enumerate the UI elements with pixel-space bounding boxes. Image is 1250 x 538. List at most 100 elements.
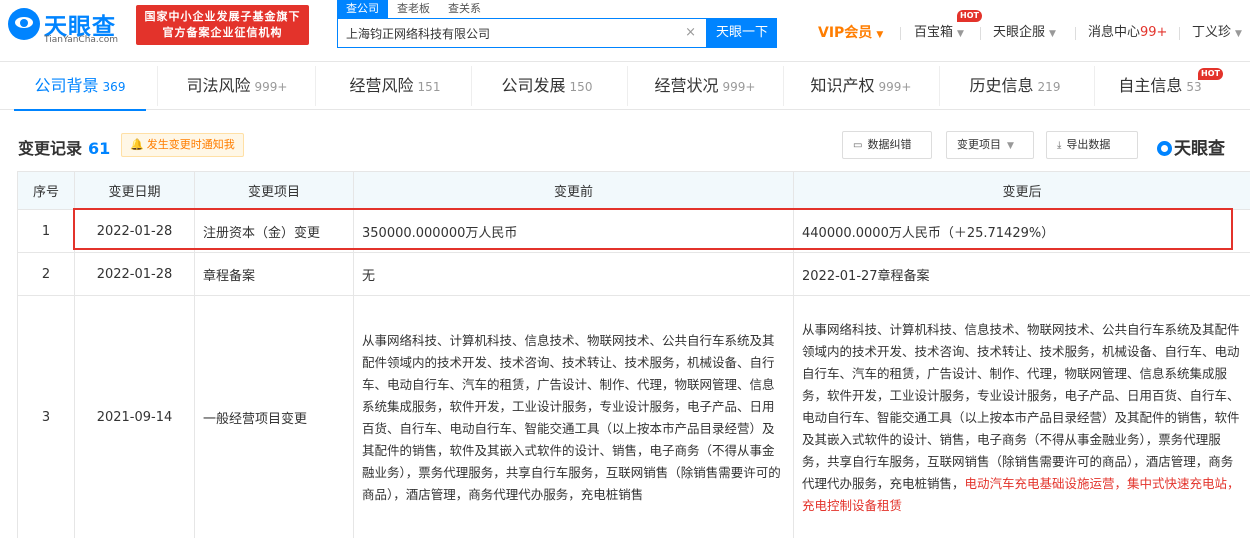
column-header-date: 变更日期 [74, 171, 195, 210]
change-records-table: 序号 变更日期 变更项目 变更前 变更后 1 2022-01-28 注册资本（金… [17, 171, 1250, 538]
top-bar: 天眼查 TianYanCha.com 国家中小企业发展子基金旗下 官方备案企业征… [0, 0, 1250, 62]
nav-divider [900, 27, 901, 40]
tab-label: 司法风险 [186, 76, 251, 95]
tab-count: 999+ [722, 80, 756, 94]
tab-legal-risk[interactable]: 司法风险 999+ [172, 62, 302, 110]
tab-company-development[interactable]: 公司发展 150 [482, 62, 612, 110]
message-count-badge: 99+ [1140, 25, 1168, 40]
bell-icon: 🔔 [130, 138, 144, 151]
section-title: 变更记录 61 [18, 135, 110, 159]
caret-down-icon: ▼ [1235, 29, 1242, 39]
tab-divider [471, 66, 472, 106]
search-button[interactable]: 天眼一下 [707, 18, 777, 48]
message-center-label: 消息中心 [1088, 25, 1141, 40]
caret-down-icon: ▼ [876, 30, 884, 40]
tab-divider [315, 66, 316, 106]
cell-before: 350000.000000万人民币 [353, 209, 794, 253]
caret-down-icon: ▼ [1007, 141, 1014, 151]
gov-banner-line2: 官方备案企业征信机构 [162, 26, 283, 39]
qifu-label: 天眼企服 [993, 25, 1046, 40]
gov-banner[interactable]: 国家中小企业发展子基金旗下 官方备案企业征信机构 [136, 5, 309, 45]
nav-divider [1075, 27, 1076, 40]
table-row: 1 2022-01-28 注册资本（金）变更 350000.000000万人民币… [17, 209, 1250, 253]
cell-after: 440000.0000万人民币（＋25.71429%） [793, 209, 1250, 253]
clear-icon[interactable]: × [685, 25, 696, 40]
brand-watermark: 天眼查 [1157, 134, 1225, 159]
cell-item: 一般经营项目变更 [194, 295, 354, 538]
cell-before: 从事网络科技、计算机科技、信息技术、物联网技术、公共自行车系统及其配件领域内的技… [353, 295, 794, 538]
baobao-label: 百宝箱 [914, 25, 954, 40]
tab-history-info[interactable]: 历史信息 219 [950, 62, 1080, 110]
column-header-after: 变更后 [793, 171, 1250, 210]
tab-company-background[interactable]: 公司背景 369 [14, 62, 146, 111]
table-row: 3 2021-09-14 一般经营项目变更 从事网络科技、计算机科技、信息技术、… [17, 295, 1250, 538]
tab-operation-risk[interactable]: 经营风险 151 [330, 62, 460, 110]
cell-index: 3 [17, 295, 75, 538]
cell-item: 章程备案 [194, 252, 354, 296]
download-icon: ⤓ [1057, 140, 1062, 151]
baobao-menu[interactable]: 百宝箱 ▼ [914, 22, 964, 44]
tab-divider [939, 66, 940, 106]
cell-after: 2022-01-27章程备案 [793, 252, 1250, 296]
tab-count: 999+ [878, 80, 912, 94]
cell-after-text: 从事网络科技、计算机科技、信息技术、物联网技术、公共自行车系统及其配件领域内的技… [802, 321, 1240, 491]
section-title-text: 变更记录 [18, 139, 83, 158]
caret-down-icon: ▼ [957, 29, 964, 39]
data-correction-label: 数据纠错 [867, 138, 912, 151]
caret-down-icon: ▼ [1049, 29, 1056, 39]
tab-count: 150 [569, 80, 593, 94]
change-item-label: 变更项目 [957, 138, 1001, 151]
qifu-menu[interactable]: 天眼企服 ▼ [993, 22, 1056, 44]
cell-date: 2022-01-28 [74, 252, 195, 296]
table-row: 2 2022-01-28 章程备案 无 2022-01-27章程备案 [17, 252, 1250, 296]
section-count: 61 [88, 139, 111, 158]
cell-index: 1 [17, 209, 75, 253]
notify-on-change-button[interactable]: 🔔 发生变更时通知我 [121, 133, 244, 157]
tab-label: 历史信息 [969, 76, 1034, 95]
logo-subtext: TianYanCha.com [44, 35, 119, 45]
message-center[interactable]: 消息中心99+ [1088, 22, 1167, 44]
gov-banner-line1: 国家中小企业发展子基金旗下 [144, 10, 301, 23]
search-tab-boss[interactable]: 查老板 [388, 0, 439, 18]
cell-after: 从事网络科技、计算机科技、信息技术、物联网技术、公共自行车系统及其配件领域内的技… [793, 295, 1250, 538]
tab-label: 经营状况 [654, 76, 719, 95]
tab-label: 知识产权 [810, 76, 875, 95]
document-icon: ▭ [853, 140, 863, 151]
export-data-label: 导出数据 [1066, 138, 1111, 151]
eye-logo-icon [8, 8, 40, 40]
tab-label: 经营风险 [349, 76, 414, 95]
cell-date: 2021-09-14 [74, 295, 195, 538]
change-item-dropdown[interactable]: 变更项目 ▼ [946, 131, 1034, 159]
user-name: 丁义珍 [1192, 25, 1232, 40]
tab-divider [1094, 66, 1095, 106]
search-input[interactable] [338, 19, 678, 47]
data-correction-button[interactable]: ▭ 数据纠错 [842, 131, 932, 159]
hot-badge: HOT [1198, 68, 1223, 80]
notify-label: 发生变更时通知我 [146, 138, 235, 151]
tab-label: 公司发展 [501, 76, 566, 95]
search-tab-company[interactable]: 查公司 [337, 0, 388, 18]
tab-intellectual-property[interactable]: 知识产权 999+ [796, 62, 926, 110]
brand-text: 天眼查 [1174, 139, 1225, 159]
column-header-item: 变更项目 [194, 171, 354, 210]
eye-logo-icon [1157, 141, 1172, 156]
export-data-button[interactable]: ⤓ 导出数据 [1046, 131, 1138, 159]
tab-count: 53 [1186, 80, 1202, 94]
hot-badge: HOT [957, 10, 982, 22]
column-header-index: 序号 [17, 171, 75, 210]
search-box: × [337, 18, 707, 48]
tab-count: 219 [1037, 80, 1061, 94]
tab-count: 369 [102, 80, 126, 94]
tianyancha-logo[interactable]: 天眼查 TianYanCha.com [8, 6, 134, 46]
tab-divider [157, 66, 158, 106]
tab-divider [627, 66, 628, 106]
search-tab-relation[interactable]: 查关系 [439, 0, 490, 18]
vip-menu[interactable]: VIP会员 ▼ [818, 22, 883, 44]
user-menu[interactable]: 丁义珍 ▼ [1192, 22, 1242, 44]
tab-label: 公司背景 [34, 76, 99, 95]
table-header-row: 序号 变更日期 变更项目 变更前 变更后 [17, 171, 1250, 210]
tab-divider [783, 66, 784, 106]
tab-operation-status[interactable]: 经营状况 999+ [640, 62, 770, 110]
tab-label: 自主信息 [1118, 76, 1183, 95]
nav-divider [1179, 27, 1180, 40]
